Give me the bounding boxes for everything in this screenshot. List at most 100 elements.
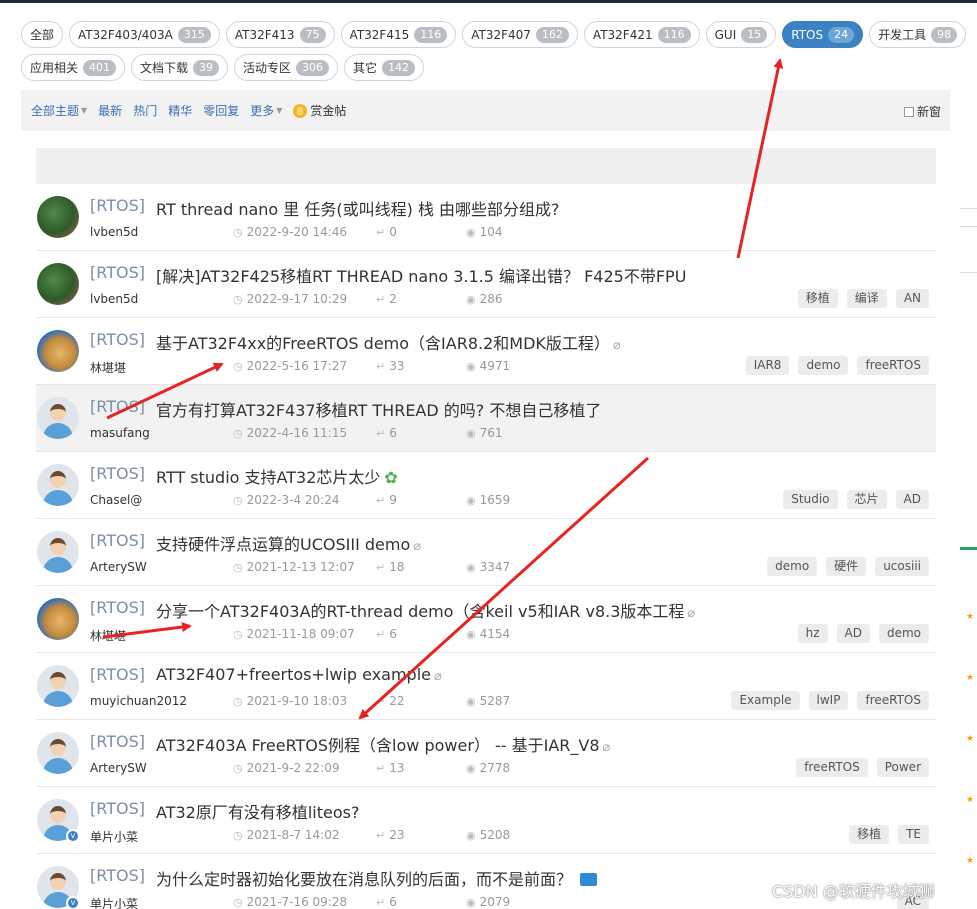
category-chip-all[interactable]: 全部: [21, 21, 64, 48]
tag-chip[interactable]: IAR8: [745, 356, 790, 375]
thread-title[interactable]: 分享一个AT32F403A的RT-thread demo（含keil v5和IA…: [156, 598, 695, 622]
tag-chip[interactable]: demo: [798, 356, 849, 375]
category-chip-other[interactable]: 其它 142: [344, 54, 425, 81]
avatar[interactable]: [37, 598, 79, 640]
thread-type-prefix[interactable]: [RTOS]: [90, 196, 145, 215]
thread-row[interactable]: [RTOS] 分享一个AT32F403A的RT-thread demo（含keil…: [36, 586, 936, 653]
thread-list-header: [36, 148, 936, 184]
thread-title[interactable]: 为什么定时器初始化要放在消息队列的后面，而不是前面？: [156, 866, 598, 890]
thread-row[interactable]: [RTOS] 基于AT32F4xx的FreeRTOS demo（含IAR8.2和M…: [36, 318, 936, 385]
thread-type-prefix[interactable]: [RTOS]: [90, 330, 145, 349]
thread-title[interactable]: RT thread nano 里 任务(或叫线程) 栈 由哪些部分组成?: [156, 196, 560, 220]
tag-chip[interactable]: AD: [836, 624, 870, 643]
category-chip-gui[interactable]: GUI 15: [705, 21, 777, 48]
tag-chip[interactable]: hz: [797, 624, 828, 643]
tag-chip[interactable]: 编译: [846, 289, 887, 308]
thread-type-prefix[interactable]: [RTOS]: [90, 464, 145, 483]
category-chip-at32f421[interactable]: AT32F421 116: [583, 21, 700, 48]
thread-type-prefix[interactable]: [RTOS]: [90, 397, 145, 416]
thread-type-prefix[interactable]: [RTOS]: [90, 732, 145, 751]
avatar[interactable]: [37, 196, 79, 238]
tag-chip[interactable]: TE: [898, 825, 929, 844]
thread-author[interactable]: lvben5d: [90, 225, 138, 239]
thread-type-prefix[interactable]: [RTOS]: [90, 598, 145, 617]
tag-chip[interactable]: AN: [895, 289, 929, 308]
filter-hot[interactable]: 热门: [133, 102, 157, 119]
avatar[interactable]: [37, 464, 79, 506]
tag-chip[interactable]: lwIP: [808, 691, 849, 710]
new-window-toggle[interactable]: 新窗: [903, 103, 941, 120]
tag-chip[interactable]: freeRTOS: [857, 691, 929, 710]
thread-title[interactable]: [解决]AT32F425移植RT THREAD nano 3.1.5 编译出错？…: [156, 263, 686, 287]
thread-row[interactable]: v [RTOS] AT32原厂有没有移植liteos? 单片小菜 ◷ 2021-8-7 1…: [36, 787, 936, 854]
avatar[interactable]: [37, 531, 79, 573]
thread-row[interactable]: [RTOS] 官方有打算AT32F437移植RT THREAD 的吗? 不想自己移…: [36, 385, 936, 452]
thread-type-prefix[interactable]: [RTOS]: [90, 799, 145, 818]
tag-chip[interactable]: Example: [731, 691, 800, 710]
category-chip-at32f415[interactable]: AT32F415 116: [340, 21, 457, 48]
filter-bounty[interactable]: 赏金帖: [293, 102, 346, 119]
thread-title[interactable]: RTT studio 支持AT32芯片太少 ✿: [156, 464, 398, 488]
thread-row[interactable]: [RTOS] AT32F403A FreeRTOS例程（含low power） -…: [36, 720, 936, 787]
thread-author[interactable]: muyichuan2012: [90, 694, 187, 708]
reply-icon: ↵: [376, 359, 386, 373]
thread-author[interactable]: 林堪堪: [90, 627, 126, 644]
thread-author[interactable]: 林堪堪: [90, 359, 126, 376]
category-chip-at32f403[interactable]: AT32F403/403A 315: [69, 21, 220, 48]
avatar[interactable]: [37, 397, 79, 439]
tag-chip[interactable]: Power: [876, 758, 929, 777]
thread-title[interactable]: 支持硬件浮点运算的UCOSIII demo ⌀: [156, 531, 421, 555]
thread-type-prefix[interactable]: [RTOS]: [90, 866, 145, 885]
avatar[interactable]: [37, 263, 79, 305]
thread-author[interactable]: 单片小菜: [90, 895, 138, 909]
thread-type-prefix[interactable]: [RTOS]: [90, 531, 145, 550]
filter-digest[interactable]: 精华: [168, 102, 192, 119]
thread-title[interactable]: 官方有打算AT32F437移植RT THREAD 的吗? 不想自己移植了: [156, 397, 601, 421]
avatar[interactable]: [37, 732, 79, 774]
tag-chip[interactable]: demo: [767, 557, 818, 576]
tag-chip[interactable]: ucosiii: [875, 557, 929, 576]
thread-author[interactable]: ArterySW: [90, 560, 147, 574]
category-chip-downloads[interactable]: 文档下载 39: [131, 54, 229, 81]
category-chip-at32f413[interactable]: AT32F413 75: [225, 21, 335, 48]
thread-title[interactable]: AT32原厂有没有移植liteos?: [156, 799, 359, 823]
thread-author[interactable]: ArterySW: [90, 761, 147, 775]
filter-zero-reply[interactable]: 零回复: [203, 102, 239, 119]
thread-type-prefix[interactable]: [RTOS]: [90, 263, 145, 282]
tag-chip[interactable]: 硬件: [826, 557, 867, 576]
category-chip-at32f407[interactable]: AT32F407 162: [462, 21, 578, 48]
thread-replies: ↵ 9: [376, 493, 397, 507]
thread-row[interactable]: [RTOS] 支持硬件浮点运算的UCOSIII demo ⌀ ArterySW ◷ 202…: [36, 519, 936, 586]
filter-all-topics[interactable]: 全部主题 ▼: [31, 102, 87, 119]
thread-author[interactable]: lvben5d: [90, 292, 138, 306]
thread-title[interactable]: AT32F403A FreeRTOS例程（含low power） -- 基于IA…: [156, 732, 610, 756]
thread-title[interactable]: 基于AT32F4xx的FreeRTOS demo（含IAR8.2和MDK版工程）…: [156, 330, 621, 354]
category-chip-dev-tools[interactable]: 开发工具 98: [869, 21, 967, 48]
avatar[interactable]: [37, 330, 79, 372]
avatar[interactable]: [37, 665, 79, 707]
thread-row[interactable]: [RTOS] [解决]AT32F425移植RT THREAD nano 3.1.5…: [36, 251, 936, 318]
thread-author[interactable]: Chasel@: [90, 493, 142, 507]
thread-title[interactable]: AT32F407+freertos+lwip example ⌀: [156, 665, 442, 684]
tag-chip[interactable]: 移植: [849, 825, 890, 844]
thread-row[interactable]: [RTOS] RT thread nano 里 任务(或叫线程) 栈 由哪些部分组…: [36, 184, 936, 251]
thread-replies: ↵ 18: [376, 560, 405, 574]
tag-chip[interactable]: demo: [878, 624, 929, 643]
tag-chip[interactable]: AD: [895, 490, 929, 509]
tag-chip[interactable]: 芯片: [846, 490, 887, 509]
filter-more[interactable]: 更多 ▼: [250, 102, 282, 119]
thread-author[interactable]: masufang: [90, 426, 150, 440]
category-chip-events[interactable]: 活动专区 306: [234, 54, 339, 81]
thread-row[interactable]: [RTOS] RTT studio 支持AT32芯片太少 ✿ Chasel@ ◷ 2022…: [36, 452, 936, 519]
tag-chip[interactable]: Studio: [783, 490, 838, 509]
tag-chip[interactable]: 移植: [797, 289, 838, 308]
thread-row[interactable]: [RTOS] AT32F407+freertos+lwip example ⌀ muy…: [36, 653, 936, 720]
tag-chip[interactable]: freeRTOS: [857, 356, 929, 375]
filter-latest[interactable]: 最新: [98, 102, 122, 119]
category-chip-applications[interactable]: 应用相关 401: [21, 54, 126, 81]
tag-chip[interactable]: freeRTOS: [796, 758, 868, 777]
checkbox[interactable]: [903, 106, 914, 117]
thread-author[interactable]: 单片小菜: [90, 828, 138, 845]
thread-type-prefix[interactable]: [RTOS]: [90, 665, 145, 684]
category-chip-rtos[interactable]: RTOS 24: [782, 21, 864, 48]
